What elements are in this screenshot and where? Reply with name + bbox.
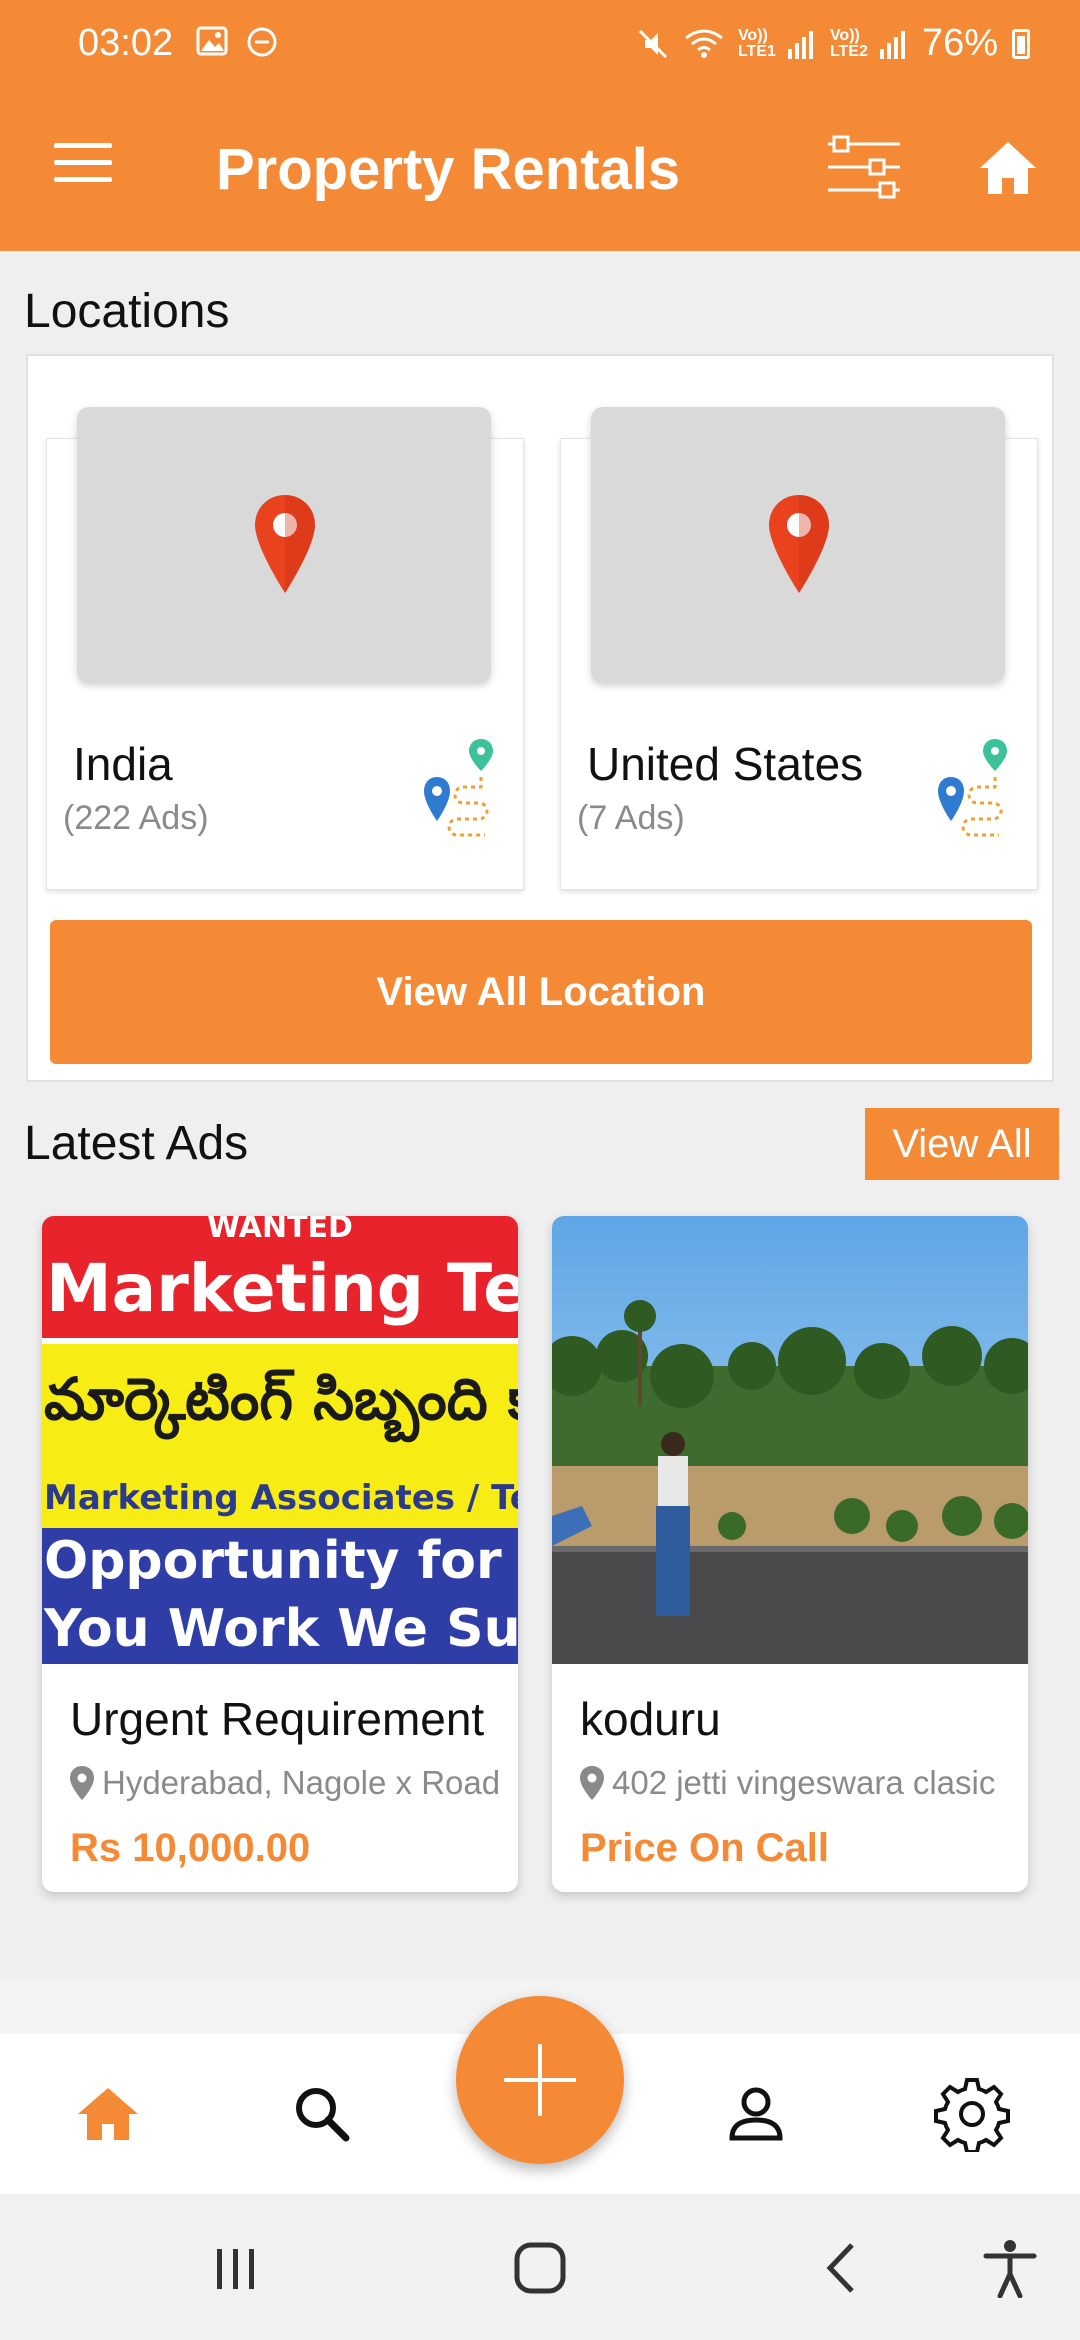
location-card-united-states[interactable]: United States (7 Ads): [560, 407, 1038, 890]
banner-line: Marketing Team: [42, 1238, 518, 1338]
ad-image: WANTED Marketing Team మార్కెటింగ్ సిబ్బం…: [42, 1216, 518, 1664]
status-left-icons: [196, 26, 278, 58]
battery-icon: [1012, 28, 1030, 59]
status-bar: 03:02 Vo)) LTE1 Vo)) LTE2 76%: [0, 0, 1080, 88]
status-time: 03:02: [78, 22, 174, 64]
battery-percent: 76%: [921, 22, 998, 64]
location-image: [591, 407, 1005, 683]
network-1-label: Vo)) LTE1: [737, 26, 776, 60]
back-icon[interactable]: [812, 2238, 872, 2298]
locations-panel: India (222 Ads) United States (7 Ads) Vi…: [26, 354, 1054, 1082]
status-right: Vo)) LTE1 Vo)) LTE2 76%: [636, 22, 1030, 65]
route-icon: [938, 739, 1007, 837]
image-icon: [196, 26, 228, 56]
location-ad-count: (7 Ads): [577, 799, 685, 837]
land-photo: [552, 1216, 1028, 1664]
add-ad-button[interactable]: [456, 1996, 624, 2164]
ad-title: Urgent Requirement: [70, 1693, 485, 1745]
location-image: [77, 407, 491, 683]
ad-card-koduru[interactable]: koduru 402 jetti vingeswara clasic Price…: [552, 1216, 1028, 1892]
banner-line: Marketing Associates / Team Leaders / M: [42, 1468, 518, 1528]
ad-location: Hyderabad, Nagole x Road: [70, 1764, 500, 1802]
dnd-icon: [247, 27, 277, 57]
home-icon[interactable]: [976, 136, 1040, 200]
nav-home-icon[interactable]: [68, 2074, 148, 2154]
location-card-india[interactable]: India (222 Ads): [46, 407, 524, 890]
ad-location-text: Hyderabad, Nagole x Road: [102, 1764, 501, 1801]
filter-icon[interactable]: [826, 132, 902, 202]
ad-image: [552, 1216, 1028, 1664]
system-nav-bar: [0, 2194, 1080, 2340]
map-pin-icon: [255, 495, 315, 593]
recent-apps-icon[interactable]: [206, 2238, 266, 2298]
signal-icon: [879, 30, 905, 59]
ad-location: 402 jetti vingeswara clasic: [580, 1764, 995, 1802]
app-title: Property Rentals: [216, 137, 681, 202]
network-2-label: Vo)) LTE2: [829, 26, 868, 60]
banner-line: మార్కెటింగ్ సిబ్బంది కావాలి: [42, 1344, 518, 1468]
banner-line: WANTED: [42, 1216, 518, 1238]
accessibility-icon[interactable]: [980, 2238, 1040, 2298]
banner-line: You Work We Support: [42, 1594, 518, 1664]
location-pin-icon: [70, 1766, 94, 1800]
map-pin-icon: [769, 495, 829, 593]
nav-search-icon[interactable]: [282, 2074, 362, 2154]
route-icon: [424, 739, 493, 837]
nav-profile-icon[interactable]: [716, 2074, 796, 2154]
mute-icon: [638, 29, 667, 58]
banner-line: Opportunity for Everyone: [42, 1528, 518, 1594]
signal-icon: [787, 30, 813, 59]
locations-heading: Locations: [24, 285, 230, 338]
view-all-location-button[interactable]: View All Location: [50, 920, 1032, 1064]
location-name: United States: [587, 738, 864, 790]
ad-price: Rs 10,000.00: [70, 1826, 311, 1870]
location-ad-count: (222 Ads): [63, 799, 209, 837]
view-all-ads-button[interactable]: View All: [865, 1108, 1059, 1180]
wifi-icon: [685, 29, 723, 58]
top-bar: 03:02 Vo)) LTE1 Vo)) LTE2 76% Property R…: [0, 0, 1080, 251]
home-nav-icon[interactable]: [510, 2238, 570, 2298]
nav-settings-icon[interactable]: [932, 2074, 1012, 2154]
ad-card-urgent-requirement[interactable]: WANTED Marketing Team మార్కెటింగ్ సిబ్బం…: [42, 1216, 518, 1892]
location-pin-icon: [580, 1766, 604, 1800]
latest-ads-heading: Latest Ads: [24, 1117, 249, 1170]
app-bar: Property Rentals: [0, 88, 1080, 251]
ad-price: Price On Call: [580, 1826, 829, 1870]
menu-icon[interactable]: [54, 143, 112, 187]
ad-location-text: 402 jetti vingeswara clasic: [612, 1764, 996, 1801]
ad-title: koduru: [580, 1693, 721, 1745]
location-name: India: [73, 738, 173, 790]
